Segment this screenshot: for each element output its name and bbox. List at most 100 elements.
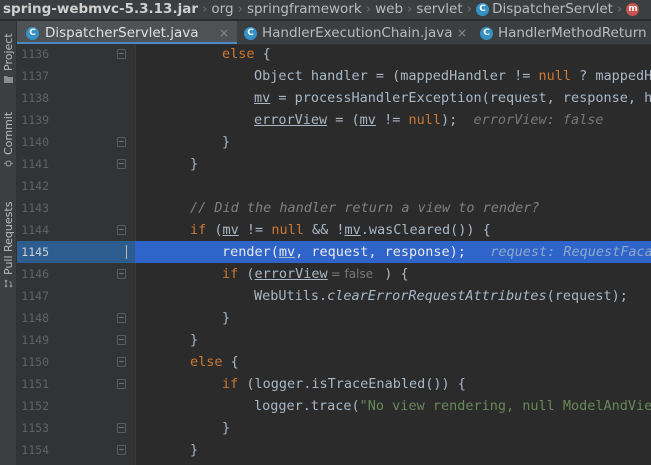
fold-marker-icon[interactable] <box>117 137 126 147</box>
line-number[interactable]: 1148 <box>17 307 49 329</box>
code-text: if (mv != null && !mv.wasCleared()) { <box>190 222 491 238</box>
code-text: } <box>190 156 199 172</box>
line-number[interactable]: 1146 <box>17 263 49 285</box>
fold-marker-icon[interactable] <box>117 313 126 323</box>
chevron-right-icon: › <box>365 1 372 17</box>
breadcrumb-jar[interactable]: spring-webmvc-5.3.13.jar <box>3 0 198 19</box>
code-text: render(mv, request, response); request: … <box>222 241 651 263</box>
code-text: else { <box>222 46 271 62</box>
code-line: 1147 WebUtils.clearErrorRequestAttribute… <box>17 285 651 307</box>
line-number[interactable]: 1136 <box>17 43 49 65</box>
chevron-right-icon: › <box>201 1 208 17</box>
method-icon[interactable]: m <box>626 3 640 16</box>
pull-requests-tool-button[interactable]: Pull Requests <box>0 191 17 291</box>
line-number[interactable]: 1142 <box>17 175 49 197</box>
class-icon: C <box>244 27 257 40</box>
code-line: 1138 mv = processHandlerException(reques… <box>17 87 651 109</box>
line-number[interactable]: 1147 <box>17 285 49 307</box>
inline-debug-value: errorView: false <box>473 112 604 128</box>
line-number[interactable]: 1151 <box>17 373 49 395</box>
code-line: 1153 } <box>17 417 651 439</box>
commit-tool-button[interactable]: Commit <box>0 109 17 171</box>
code-text: WebUtils.clearErrorRequestAttributes(req… <box>254 288 628 304</box>
class-icon: C <box>476 3 490 16</box>
tab-label: DispatcherServlet.java <box>45 25 199 41</box>
fold-marker-icon[interactable] <box>117 379 126 389</box>
editor-tabs: C DispatcherServlet.java × C HandlerExec… <box>17 21 651 45</box>
line-number[interactable]: 1137 <box>17 65 49 87</box>
code-line: 1137 Object handler = (mappedHandler != … <box>17 65 651 87</box>
breadcrumb-org[interactable]: org <box>211 0 233 19</box>
code-line: 1151 if (logger.isTraceEnabled()) { <box>17 373 651 395</box>
fold-marker-icon[interactable] <box>117 159 126 169</box>
tab-label: HandlerExecutionChain.java <box>262 25 453 41</box>
tab-handlerexecutionchain[interactable]: C HandlerExecutionChain.java × <box>237 21 474 44</box>
code-comment: // Did the handler return a view to rend… <box>190 200 540 216</box>
breadcrumb-springframework[interactable]: springframework <box>247 0 362 19</box>
code-text: // Did the handler return a view to rend… <box>190 197 540 219</box>
text-caret <box>126 245 127 259</box>
code-text: } <box>190 442 199 458</box>
pull-request-icon <box>4 279 13 288</box>
inline-value-hint: = false <box>330 267 374 281</box>
code-text: if (logger.isTraceEnabled()) { <box>222 376 466 392</box>
line-number[interactable]: 1150 <box>17 351 49 373</box>
line-number[interactable]: 1153 <box>17 417 49 439</box>
code-line: 1144 if (mv != null && !mv.wasCleared())… <box>17 219 651 241</box>
tab-label: HandlerMethodReturn <box>498 25 647 41</box>
tab-handlermethodreturn[interactable]: C HandlerMethodReturn <box>474 21 651 44</box>
chevron-right-icon: › <box>616 1 623 17</box>
fold-marker-icon[interactable] <box>117 335 126 345</box>
code-line: 1146 if (errorView = false ) { <box>17 263 651 285</box>
breadcrumb-class[interactable]: DispatcherServlet <box>492 0 613 19</box>
fold-marker-icon[interactable] <box>117 269 126 279</box>
code-line: 1139 errorView = (mv != null); errorView… <box>17 109 651 131</box>
close-icon[interactable]: × <box>219 21 229 44</box>
close-icon[interactable]: × <box>457 21 467 44</box>
code-line: 1149 } <box>17 329 651 351</box>
execution-point-line: 1145 render(mv, request, response); requ… <box>17 241 651 263</box>
fold-marker-icon[interactable] <box>117 49 126 59</box>
line-number[interactable]: 1138 <box>17 87 49 109</box>
line-number[interactable]: 1145 <box>17 241 49 263</box>
line-number[interactable]: 1152 <box>17 395 49 417</box>
line-number[interactable]: 1143 <box>17 197 49 219</box>
line-number[interactable]: 1141 <box>17 153 49 175</box>
breadcrumb-servlet[interactable]: servlet <box>416 0 462 19</box>
project-tool-button[interactable]: Project <box>0 27 17 87</box>
fold-marker-icon[interactable] <box>117 423 126 433</box>
class-icon: C <box>26 27 39 40</box>
fold-marker-icon[interactable] <box>117 445 126 455</box>
code-text: if (errorView = false ) { <box>222 266 409 282</box>
code-line: 1141 } <box>17 153 651 175</box>
code-line: 1136 else { <box>17 43 651 65</box>
pull-requests-label: Pull Requests <box>2 201 15 275</box>
line-number[interactable]: 1154 <box>17 439 49 461</box>
code-text: logger.trace("No view rendering, null Mo… <box>254 398 651 414</box>
tool-window-strip: Project Commit Pull Requests <box>0 21 17 465</box>
code-text: errorView = (mv != null); errorView: fal… <box>254 112 604 128</box>
inline-debug-value: request: RequestFacad <box>490 244 651 260</box>
navigation-breadcrumb: spring-webmvc-5.3.13.jar › org › springframe… <box>0 0 651 20</box>
chevron-right-icon: › <box>407 1 413 17</box>
fold-marker-icon[interactable] <box>117 225 126 235</box>
folder-icon <box>4 76 13 83</box>
line-number[interactable]: 1144 <box>17 219 49 241</box>
tab-dispatcherservlet[interactable]: C DispatcherServlet.java × <box>17 21 237 44</box>
fold-marker-icon[interactable] <box>117 357 126 367</box>
code-line: 1142 <box>17 175 651 197</box>
code-text: } <box>190 332 199 348</box>
chevron-right-icon: › <box>237 1 243 17</box>
commit-label: Commit <box>2 111 15 155</box>
line-number[interactable]: 1139 <box>17 109 49 131</box>
line-number[interactable]: 1149 <box>17 329 49 351</box>
code-text: mv = processHandlerException(request, re… <box>254 90 651 106</box>
code-line: 1154 } <box>17 439 651 461</box>
code-line: 1140 } <box>17 131 651 153</box>
code-line: 1148 } <box>17 307 651 329</box>
breadcrumb-web[interactable]: web <box>375 0 403 19</box>
code-text: Object handler = (mappedHandler != null … <box>254 68 651 84</box>
commit-icon <box>4 160 13 167</box>
code-line: 1143 // Did the handler return a view to… <box>17 197 651 219</box>
line-number[interactable]: 1140 <box>17 131 49 153</box>
